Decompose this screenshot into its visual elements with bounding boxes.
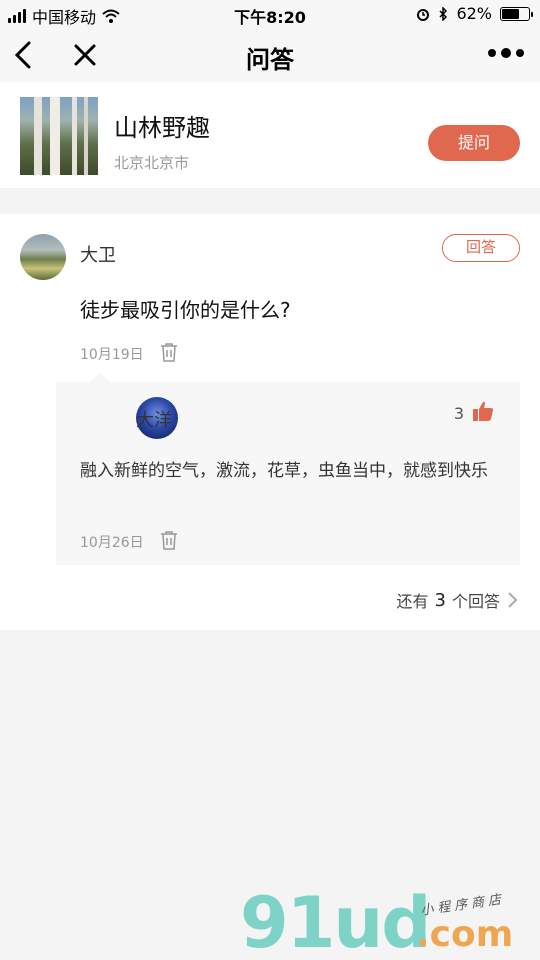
battery-icon (500, 6, 533, 21)
watermark-brand: 91ud (240, 882, 431, 960)
answer-button[interactable]: 回答 (442, 234, 520, 262)
chevron-right-icon (508, 592, 518, 608)
topic-header: 山林野趣 北京北京市 提问 (0, 82, 540, 188)
watermark-domain: .com (416, 914, 514, 955)
more-answers-count: 3 (434, 589, 446, 611)
battery-percent: 62% (456, 4, 492, 23)
delete-question-icon[interactable] (160, 342, 178, 362)
more-options-icon[interactable] (488, 48, 524, 58)
topic-name: 山林野趣 (114, 114, 210, 142)
page-title: 问答 (246, 46, 294, 74)
bluetooth-icon (439, 6, 448, 21)
question-text[interactable]: 徒步最吸引你的是什么? (80, 294, 291, 323)
delete-reply-icon[interactable] (160, 530, 178, 550)
more-answers-suffix: 个回答 (451, 592, 500, 611)
more-answers-prefix: 还有 (396, 592, 429, 611)
watermark-logo: 91ud .com 小程序商店 (240, 882, 540, 960)
more-answers-link[interactable]: 还有 3 个回答 (397, 588, 518, 612)
reply-author: 大洋 (136, 410, 172, 431)
like-count: 3 (453, 404, 464, 423)
nav-bar: 问答 (0, 28, 540, 82)
asker-avatar[interactable] (20, 234, 66, 280)
reply-date: 10月26日 (80, 535, 144, 551)
alarm-icon (417, 8, 430, 21)
question-date: 10月19日 (80, 347, 144, 363)
ask-question-button[interactable]: 提问 (428, 125, 520, 161)
status-right: 62% (416, 4, 533, 23)
topic-location: 北京北京市 (114, 154, 190, 172)
asker-name: 大卫 (80, 245, 116, 266)
status-bar: 中国移动 下午8:20 62% (0, 0, 540, 28)
reply-text: 融入新鲜的空气，激流，花草，虫鱼当中，就感到快乐 (80, 461, 488, 481)
question-card: 大卫 回答 徒步最吸引你的是什么? 10月19日 大洋 3 融入新鲜的空气，激流… (0, 214, 540, 630)
topic-thumbnail (20, 97, 98, 175)
thumbs-up-icon[interactable] (472, 400, 494, 422)
reply-pointer (90, 372, 110, 382)
reply-card: 大洋 3 融入新鲜的空气，激流，花草，虫鱼当中，就感到快乐 10月26日 (56, 372, 520, 565)
